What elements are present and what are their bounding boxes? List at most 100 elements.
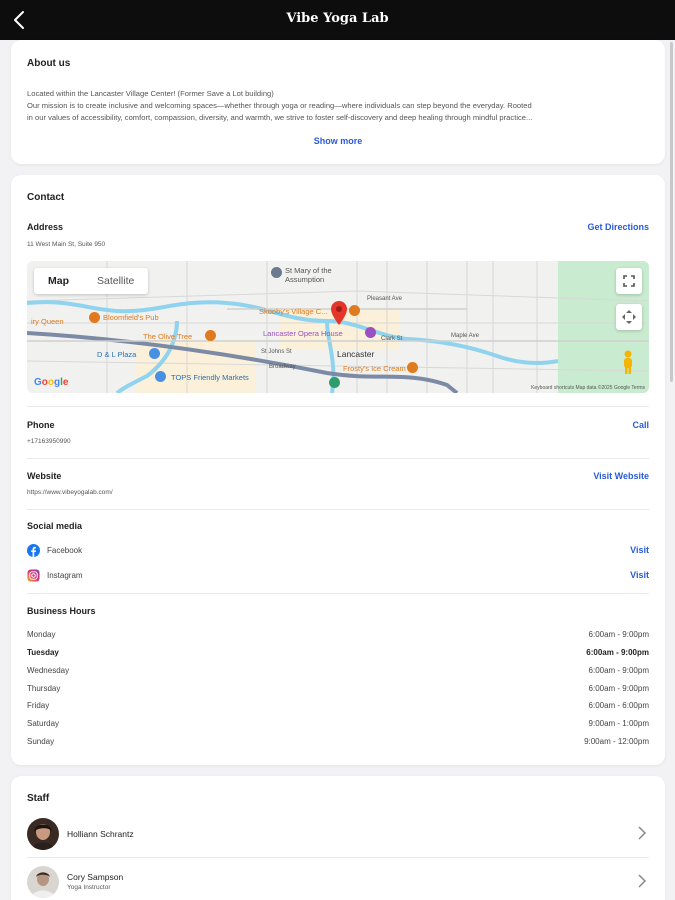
restaurant-poi-icon[interactable] (349, 305, 360, 316)
staff-card: Staff Holliann Schrantz Cory Sampson Yog… (11, 776, 665, 900)
get-directions-link[interactable]: Get Directions (587, 222, 649, 232)
about-title: About us (27, 58, 71, 69)
map-label-town: Lancaster (337, 349, 375, 359)
avatar (27, 866, 59, 898)
divider (27, 857, 649, 858)
map-label: The Olive Tree (143, 332, 193, 341)
hours-day: Monday (27, 630, 56, 639)
google-logo: Google (34, 377, 69, 388)
address-label: Address (27, 222, 64, 232)
about-line: in our values of accessibility, comfort,… (27, 113, 533, 122)
staff-name: Cory Sampson (67, 872, 124, 882)
map-type-satellite-button[interactable]: Satellite (83, 268, 148, 294)
phone-label: Phone (27, 420, 55, 430)
contact-title: Contact (27, 192, 65, 203)
scrollbar[interactable] (670, 42, 673, 382)
map-label: Broadway (269, 364, 296, 370)
hours-time: 9:00am - 12:00pm (584, 737, 649, 746)
hours-day: Thursday (27, 684, 61, 693)
hours-row: Saturday 9:00am - 1:00pm (27, 719, 649, 733)
about-line: Our mission is to create inclusive and w… (27, 101, 532, 110)
theater-poi-icon[interactable] (365, 327, 376, 338)
business-hours-title: Business Hours (27, 606, 96, 616)
divider (27, 509, 649, 510)
fullscreen-icon (623, 275, 635, 287)
map-attribution[interactable]: Keyboard shortcuts Map data ©2025 Google… (531, 385, 645, 391)
map-type-map-button[interactable]: Map (34, 268, 83, 294)
hours-row: Monday 6:00am - 9:00pm (27, 630, 649, 644)
staff-title: Staff (27, 793, 50, 804)
show-more-button[interactable]: Show more (11, 136, 665, 146)
contact-card: Contact Address 11 West Main St, Suite 9… (11, 175, 665, 765)
hours-time: 6:00am - 9:00pm (586, 648, 649, 657)
website-label: Website (27, 471, 62, 481)
restaurant-poi-icon[interactable] (205, 330, 216, 341)
hours-day: Friday (27, 701, 50, 710)
chevron-right-icon (638, 874, 647, 888)
social-media-title: Social media (27, 521, 83, 531)
map-label: Clark St (381, 336, 403, 342)
hours-time: 6:00am - 9:00pm (588, 666, 649, 675)
divider (27, 593, 649, 594)
map-label: Lancaster Opera House (263, 329, 343, 338)
hours-time: 9:00am - 1:00pm (588, 719, 649, 728)
map-label: Bloomfield's Pub (103, 313, 159, 322)
church-poi-icon[interactable] (271, 267, 282, 278)
hours-time: 6:00am - 9:00pm (588, 684, 649, 693)
divider (27, 458, 649, 459)
facebook-label: Facebook (47, 546, 83, 555)
phone-value: +17163950990 (27, 438, 71, 445)
top-bar: Vibe Yoga Lab (0, 0, 675, 40)
restaurant-poi-icon[interactable] (407, 362, 418, 373)
map-label: iry Queen (31, 317, 64, 326)
call-link[interactable]: Call (632, 420, 649, 430)
chevron-right-icon (638, 826, 647, 840)
hours-time: 6:00am - 9:00pm (588, 630, 649, 639)
map-view[interactable]: Map Satellite St Mary of the Assumption (27, 261, 649, 393)
map-pan-control[interactable] (616, 304, 642, 330)
website-value: https://www.vibeyogalab.com/ (27, 489, 113, 496)
visit-website-link[interactable]: Visit Website (593, 471, 649, 481)
page-title: Vibe Yoga Lab (286, 11, 389, 26)
about-card: About us Located within the Lancaster Vi… (11, 40, 665, 164)
hours-day: Sunday (27, 737, 55, 746)
avatar (27, 818, 59, 850)
shopping-poi-icon[interactable] (155, 371, 166, 382)
facebook-visit-link[interactable]: Visit (630, 545, 649, 555)
map-label: Maple Ave (451, 333, 479, 339)
staff-row[interactable]: Holliann Schrantz (27, 814, 649, 854)
map-label: D & L Plaza (97, 350, 137, 359)
address-value: 11 West Main St, Suite 950 (27, 241, 106, 248)
restaurant-poi-icon[interactable] (89, 312, 100, 323)
instagram-label: Instagram (47, 571, 83, 580)
instagram-icon (27, 569, 40, 582)
hours-day: Wednesday (27, 666, 70, 675)
fullscreen-button[interactable] (616, 268, 642, 294)
facebook-icon (27, 544, 40, 557)
divider (27, 406, 649, 407)
hours-day: Tuesday (27, 648, 59, 657)
map-label: Skooby's Village C... (259, 307, 328, 316)
hours-row: Wednesday 6:00am - 9:00pm (27, 666, 649, 680)
staff-row[interactable]: Cory Sampson Yoga Instructor (27, 862, 649, 900)
pegman-icon[interactable] (621, 349, 635, 375)
hours-time: 6:00am - 6:00pm (588, 701, 649, 710)
hours-day: Saturday (27, 719, 60, 728)
map-label: TOPS Friendly Markets (171, 373, 249, 382)
staff-role: Yoga Instructor (67, 884, 111, 891)
hours-row: Thursday 6:00am - 9:00pm (27, 684, 649, 698)
pan-arrows-icon (622, 310, 636, 324)
map-label: Assumption (285, 275, 325, 284)
map-label: Pleasant Ave (367, 296, 402, 302)
map-label: St Mary of the (285, 266, 332, 275)
hours-row-today: Tuesday 6:00am - 9:00pm (27, 648, 649, 662)
instagram-visit-link[interactable]: Visit (630, 570, 649, 580)
hours-row: Friday 6:00am - 6:00pm (27, 701, 649, 715)
shopping-poi-icon[interactable] (149, 348, 160, 359)
park-poi-icon[interactable] (329, 377, 340, 388)
location-pin-icon[interactable] (331, 301, 347, 325)
map-label: St Johns St (261, 349, 292, 355)
about-description: Located within the Lancaster Village Cen… (27, 88, 649, 124)
map-label: Frosty's Ice Cream (343, 364, 406, 373)
about-line: Located within the Lancaster Village Cen… (27, 89, 274, 98)
